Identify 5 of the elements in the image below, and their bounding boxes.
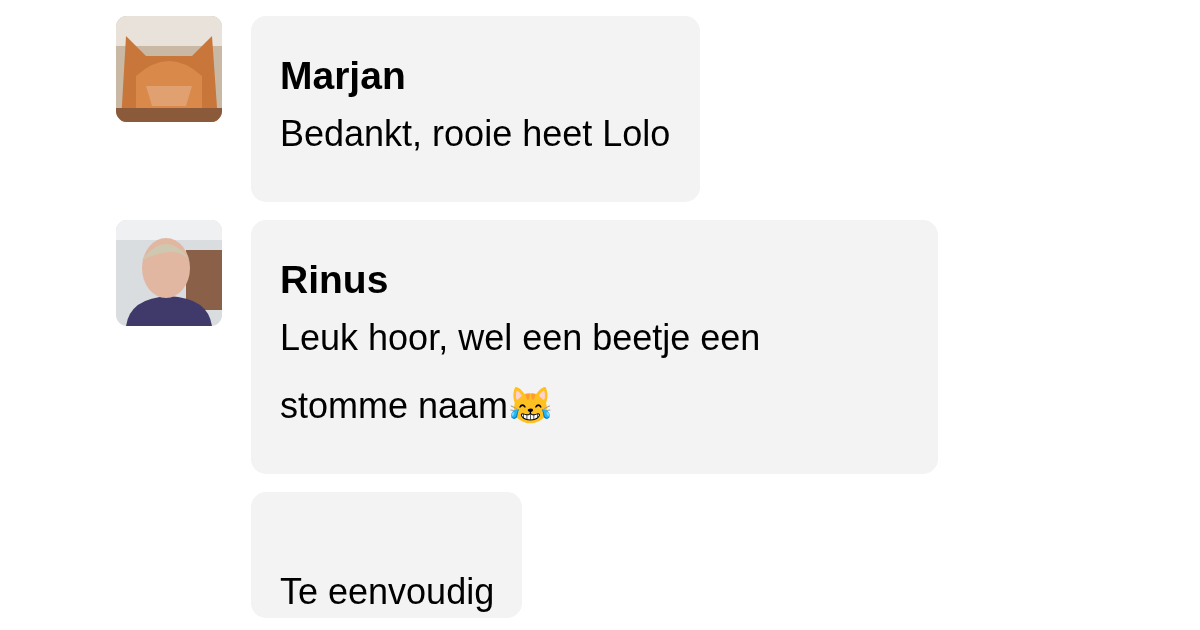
message-text: Bedankt, rooie heet Lolo <box>280 112 671 156</box>
sender-name: Marjan <box>280 53 407 99</box>
message-text: Te eenvoudig <box>280 570 495 614</box>
sender-name: Rinus <box>280 257 390 303</box>
message-text: Leuk hoor, wel een beetje een stomme naam😹 <box>280 316 761 428</box>
